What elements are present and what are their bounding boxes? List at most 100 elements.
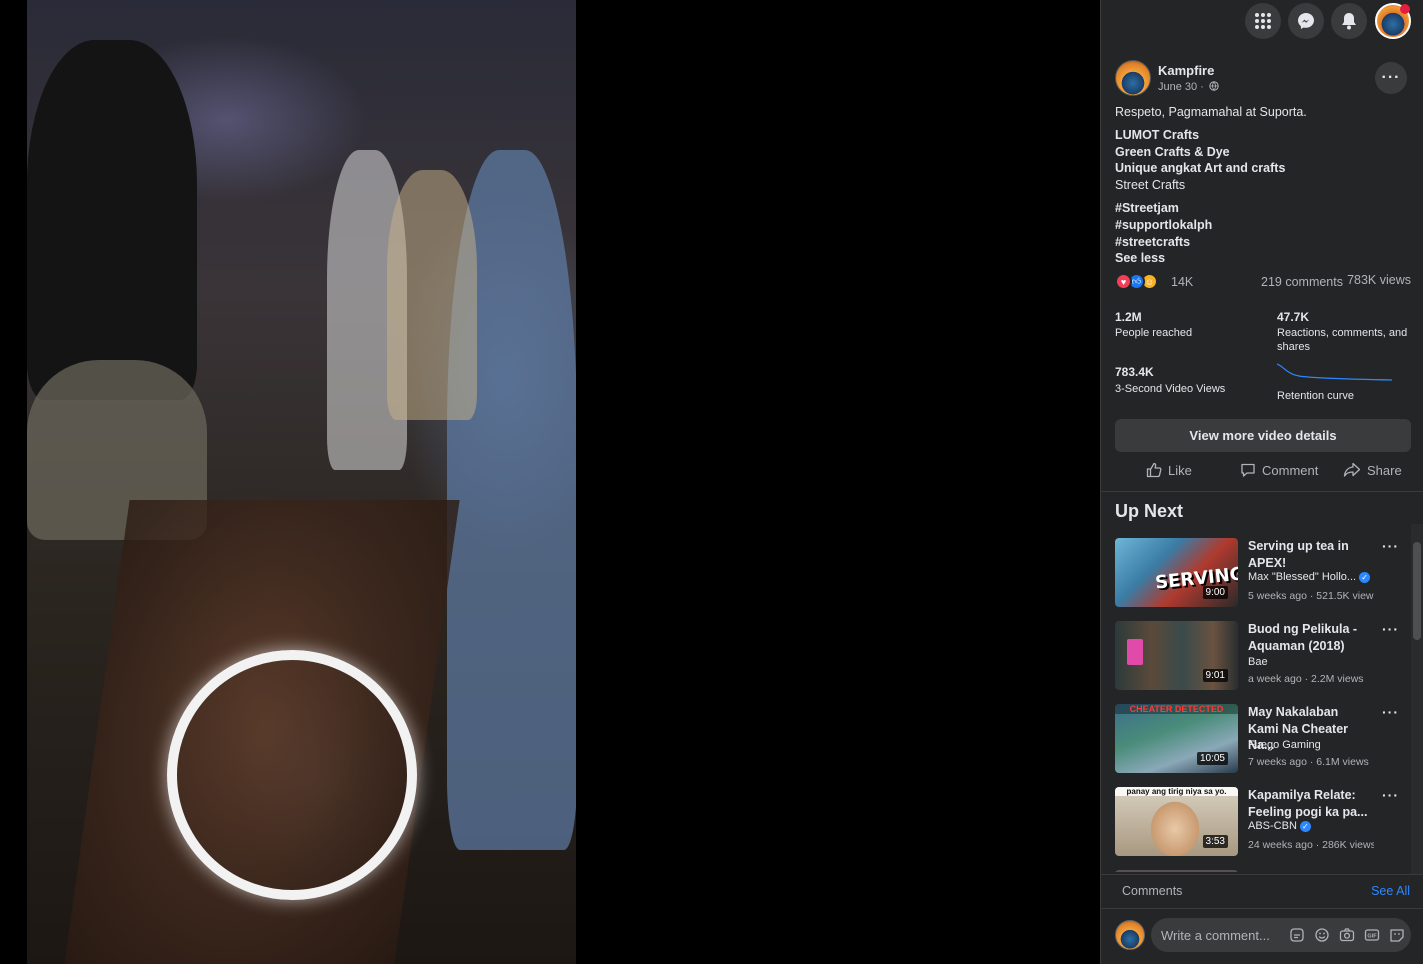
comments-count[interactable]: 219 comments — [1261, 275, 1343, 289]
see-all-link[interactable]: See All — [1371, 884, 1410, 898]
up-next-video[interactable]: panay ang tirig niya sa yo. 3:53 Kapamil… — [1115, 787, 1411, 857]
see-less-link[interactable]: See less — [1115, 250, 1409, 267]
like-button[interactable]: Like — [1146, 462, 1192, 478]
stat-engagement: 47.7K Reactions, comments, and shares — [1277, 310, 1412, 354]
video-thumbnail[interactable]: SERVING 9:00 — [1115, 538, 1238, 607]
post-text-line: Green Crafts & Dye — [1115, 144, 1230, 159]
video-meta: 24 weeks ago · 286K views — [1248, 839, 1374, 851]
notifications-button[interactable] — [1331, 3, 1367, 39]
up-next-video[interactable]: 9:01 Buod ng Pelikula - Aquaman (2018) B… — [1115, 621, 1411, 691]
post-side-panel: Kampfire June 30 · ··· Respeto, Pagmamah… — [1100, 0, 1423, 964]
more-icon: ··· — [1382, 787, 1399, 803]
up-next-list: SERVING 9:00 Serving up tea in APEX! Max… — [1101, 538, 1423, 872]
video-channel[interactable]: Bae — [1248, 656, 1268, 668]
video-duration: 10:05 — [1196, 752, 1228, 765]
post-text-line: LUMOT Crafts — [1115, 127, 1200, 142]
divider — [1101, 491, 1423, 492]
camera-icon[interactable] — [1339, 927, 1355, 943]
post-more-button[interactable]: ··· — [1375, 62, 1407, 94]
stat-value: 783.4K — [1115, 365, 1154, 379]
up-next-heading: Up Next — [1115, 501, 1184, 521]
insights-stats: 1.2M People reached 47.7K Reactions, com… — [1115, 310, 1409, 410]
video-title[interactable]: Serving up tea in APEX! — [1248, 538, 1368, 571]
bell-icon — [1342, 13, 1356, 30]
svg-text:GIF: GIF — [1367, 933, 1377, 939]
up-next-video-partial[interactable] — [1115, 870, 1411, 872]
emoji-icon[interactable] — [1314, 927, 1330, 943]
stat-retention: Retention curve — [1276, 362, 1423, 403]
messenger-button[interactable] — [1288, 3, 1324, 39]
thumbnail-accent — [1127, 639, 1143, 665]
page-name[interactable]: Kampfire — [1158, 63, 1214, 78]
video-thumbnail[interactable]: 9:01 — [1115, 621, 1238, 690]
more-icon: ··· — [1381, 69, 1401, 86]
menu-grid-button[interactable] — [1245, 3, 1281, 39]
stat-label: Retention curve — [1277, 390, 1355, 402]
stat-value: 1.2M — [1115, 310, 1142, 324]
retention-curve-sparkline — [1276, 363, 1393, 381]
share-button[interactable]: Share — [1343, 462, 1402, 478]
stat-people-reached: 1.2M People reached — [1115, 310, 1265, 340]
post-actions: Like Comment Share — [1115, 458, 1409, 486]
stat-label: Reactions, comments, and shares — [1277, 327, 1408, 353]
video-channel[interactable]: Fuego Gaming — [1248, 739, 1321, 751]
post-header: Kampfire June 30 · ··· — [1115, 60, 1409, 100]
video-duration: 9:01 — [1202, 669, 1228, 682]
gif-icon[interactable]: GIF — [1364, 927, 1380, 943]
hashtag-link[interactable]: #streetcrafts — [1115, 234, 1409, 251]
video-meta: 7 weeks ago · 6.1M views — [1248, 756, 1369, 768]
video-thumbnail[interactable] — [1115, 870, 1238, 872]
divider — [1101, 874, 1423, 875]
video-thumbnail[interactable]: CHEATER DETECTED 10:05 — [1115, 704, 1238, 773]
love-reaction-icon: ♥ — [1115, 273, 1132, 290]
more-icon: ··· — [1382, 621, 1399, 637]
hashtag-link[interactable]: #supportlokalph — [1115, 217, 1409, 234]
share-label: Share — [1367, 462, 1402, 478]
video-channel[interactable]: ABS-CBN ✓ — [1248, 820, 1311, 832]
stat-label: 3-Second Video Views — [1115, 383, 1226, 395]
comment-tools: GIF — [1289, 927, 1405, 943]
video-thumbnail[interactable]: panay ang tirig niya sa yo. 3:53 — [1115, 787, 1238, 856]
video-more-button[interactable]: ··· — [1382, 621, 1399, 637]
like-icon — [1146, 462, 1162, 478]
avatar-sticker-icon[interactable] — [1389, 927, 1405, 943]
video-more-button[interactable]: ··· — [1382, 787, 1399, 803]
reaction-count[interactable]: 14K — [1171, 275, 1193, 289]
video-duration: 9:00 — [1202, 586, 1228, 599]
comment-composer: GIF — [1115, 918, 1411, 952]
video-frame[interactable] — [27, 0, 576, 964]
video-meta: 5 weeks ago · 521.5K views — [1248, 590, 1374, 602]
thumbnail-caption: panay ang tirig niya sa yo. — [1115, 787, 1238, 796]
more-icon: ··· — [1382, 704, 1399, 720]
stat-value: 47.7K — [1277, 310, 1310, 324]
video-title[interactable]: Buod ng Pelikula - Aquaman (2018) — [1248, 621, 1368, 654]
reactions-row: ♥ 👍︎ ☺ 14K 219 comments 783K views — [1115, 272, 1411, 292]
top-nav — [1101, 0, 1423, 44]
commenter-avatar[interactable] — [1115, 920, 1145, 950]
up-next-scroll-thumb[interactable] — [1413, 542, 1421, 640]
post-date-text: June 30 · — [1158, 81, 1204, 93]
views-count: 783K views — [1347, 273, 1411, 287]
stat-label: People reached — [1115, 327, 1193, 339]
video-player[interactable] — [0, 0, 1100, 964]
post-date[interactable]: June 30 · — [1158, 81, 1219, 93]
share-icon — [1343, 462, 1361, 477]
comment-button[interactable]: Comment — [1240, 462, 1318, 478]
up-next-video[interactable]: SERVING 9:00 Serving up tea in APEX! Max… — [1115, 538, 1411, 608]
video-title[interactable]: Kapamilya Relate: Feeling pogi ka pa... — [1248, 787, 1368, 820]
view-more-details-button[interactable]: View more video details — [1115, 419, 1411, 452]
video-more-button[interactable]: ··· — [1382, 538, 1399, 554]
comment-icon — [1241, 463, 1255, 477]
verified-icon: ✓ — [1359, 571, 1371, 583]
divider — [1101, 908, 1423, 909]
up-next-video[interactable]: CHEATER DETECTED 10:05 May Nakalaban Kam… — [1115, 704, 1411, 774]
hashtag-link[interactable]: #Streetjam — [1115, 200, 1409, 217]
stat-video-views: 783.4K 3-Second Video Views — [1115, 365, 1265, 396]
video-duration: 3:53 — [1202, 835, 1228, 848]
channel-name: ABS-CBN — [1248, 820, 1297, 832]
video-more-button[interactable]: ··· — [1382, 704, 1399, 720]
sticker-icon[interactable] — [1289, 927, 1305, 943]
video-channel[interactable]: Max "Blessed" Hollo... ✓ — [1248, 571, 1378, 583]
ring-light — [167, 650, 417, 900]
page-avatar[interactable] — [1115, 60, 1151, 96]
